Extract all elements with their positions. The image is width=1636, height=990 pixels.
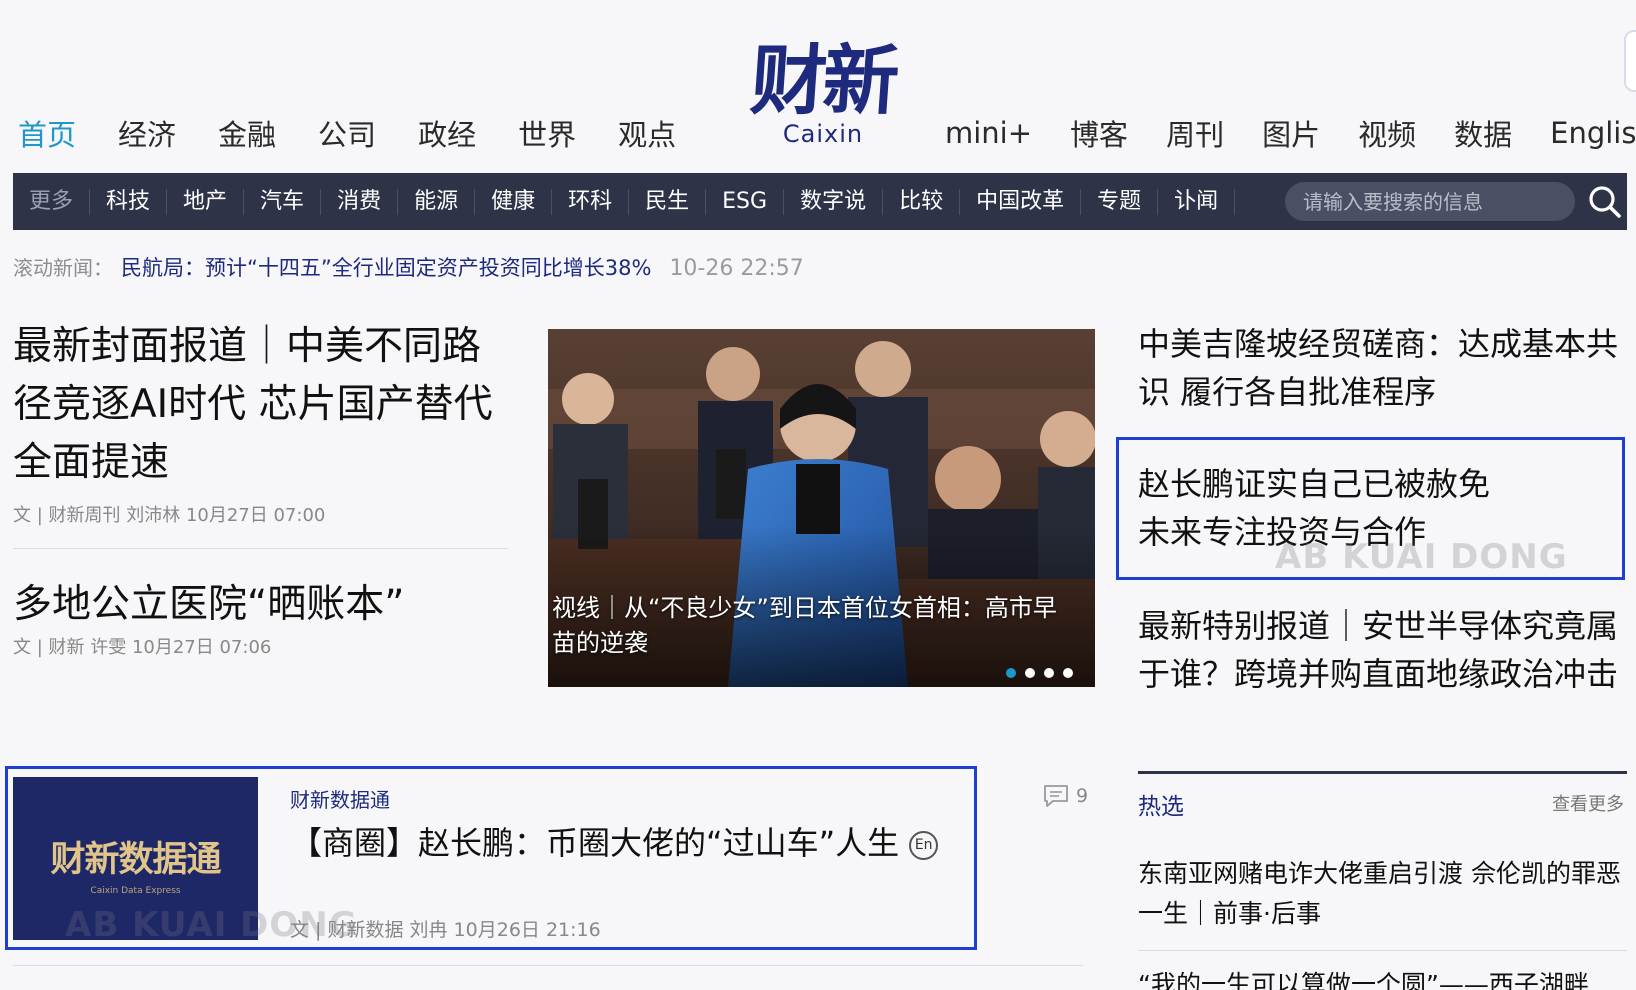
english-version-icon[interactable]: En [909,830,939,860]
carousel-dots [1006,668,1082,678]
nav-item-mini[interactable]: mini+ [945,116,1032,150]
nav-item-video[interactable]: 视频 [1358,112,1416,154]
channel-more[interactable]: 更多 [13,188,91,215]
nav-item-politics[interactable]: 政经 [418,112,476,154]
news-ticker: 滚动新闻： 民航局：预计“十四五”全行业固定资产投资同比增长38% 10-26 … [13,252,804,282]
right-headline-1[interactable]: 中美吉隆坡经贸磋商：达成基本共识 履行各自批准程序 [1138,320,1628,416]
card-headline[interactable]: 【商圈】赵长鹏：币圈大佬的“过山车”人生 En [290,818,939,864]
nav-item-blog[interactable]: 博客 [1070,112,1128,154]
channel-livelihood[interactable]: 民生 [629,188,707,215]
carousel-dot-2[interactable] [1025,668,1035,678]
hero-carousel[interactable]: 视线｜从“不良少女”到日本首位女首相：高市早苗的逆袭 [548,329,1095,687]
hot-item-2[interactable]: “我的一生可以算做一个圆”——西子湖畔 [1138,965,1628,990]
right-headline-3[interactable]: 最新特别报道｜安世半导体究竟属于谁？跨境并购直面地缘政治冲击 [1138,602,1628,698]
nav-item-data[interactable]: 数据 [1454,112,1512,154]
channel-tech[interactable]: 科技 [90,188,168,215]
carousel-dot-1[interactable] [1006,668,1016,678]
channel-auto[interactable]: 汽车 [244,188,322,215]
channel-esg[interactable]: ESG [706,188,785,215]
channel-health[interactable]: 健康 [475,188,553,215]
ticker-label: 滚动新闻： [13,256,113,280]
nav-item-english[interactable]: English [1550,116,1636,150]
search-input[interactable] [1285,182,1575,221]
hot-section-bar [1138,771,1627,774]
ticker-time: 10-26 22:57 [669,256,804,281]
search-icon[interactable] [1587,184,1623,220]
second-headline[interactable]: 多地公立医院“晒账本” [13,573,404,629]
card-headline-text: 【商圈】赵长鹏：币圈大佬的“过山车”人生 [290,824,900,862]
lead-headline[interactable]: 最新封面报道｜中美不同路径竞逐AI时代 芯片国产替代全面提速 [13,318,508,492]
lead-byline: 文 | 财新周刊 刘沛林 10月27日 07:00 [13,505,326,526]
thumb-title: 财新数据通 [50,839,221,880]
ticker-headline[interactable]: 民航局：预计“十四五”全行业固定资产投资同比增长38% [121,252,651,282]
hero-caption: 视线｜从“不良少女”到日本首位女首相：高市早苗的逆袭 [552,594,1057,657]
side-panel-tab[interactable] [1624,30,1636,92]
card-category-tag[interactable]: 财新数据通 [290,784,390,813]
hot-item-1[interactable]: 东南亚网赌电诈大佬重启引渡 佘伦凯的罪恶一生｜前事·后事 [1138,854,1628,934]
comment-count: 9 [1076,785,1089,807]
nav-item-world[interactable]: 世界 [518,112,576,154]
channel-property[interactable]: 地产 [167,188,245,215]
hot-divider [1138,950,1627,951]
comment-count-link[interactable]: 9 [1043,784,1088,808]
lead-divider [13,548,508,549]
watermark-right: AB KUAI DONG [1275,537,1568,577]
channel-energy[interactable]: 能源 [398,188,476,215]
hot-more-link[interactable]: 查看更多 [1552,790,1624,816]
channel-bar: 更多 科技 地产 汽车 消费 能源 健康 环科 民生 ESG 数字说 比较 中国… [13,173,1627,230]
nav-item-companies[interactable]: 公司 [318,112,376,154]
channel-topics[interactable]: 专题 [1081,188,1159,215]
channel-obituary[interactable]: 讣闻 [1158,188,1236,215]
card-divider [13,965,1083,966]
nav-item-home[interactable]: 首页 [18,112,76,154]
nav-item-opinion[interactable]: 观点 [618,112,676,154]
hot-section-title: 热选 [1138,794,1184,820]
channel-compare[interactable]: 比较 [883,188,961,215]
carousel-dot-4[interactable] [1063,668,1073,678]
comment-icon [1044,785,1068,807]
channel-data-talk[interactable]: 数字说 [784,188,884,215]
channel-china-reform[interactable]: 中国改革 [960,188,1082,215]
logo-text-cn: 财新 [747,36,899,125]
nav-item-economy[interactable]: 经济 [118,112,176,154]
nav-item-finance[interactable]: 金融 [218,112,276,154]
nav-left-group: 首页 经济 金融 公司 政经 世界 观点 [18,112,718,154]
channel-consumer[interactable]: 消费 [321,188,399,215]
thumb-subtitle: Caixin Data Express [90,886,181,896]
site-logo[interactable]: 财新 Caixin [733,36,913,148]
nav-right-group: mini+ 博客 周刊 图片 视频 数据 English [945,112,1636,154]
watermark-card: AB KUAI DONG [65,905,358,945]
carousel-dot-3[interactable] [1044,668,1054,678]
top-nav: 首页 经济 金融 公司 政经 世界 观点 财新 Caixin mini+ 博客 … [0,0,1636,170]
nav-item-weekly[interactable]: 周刊 [1166,112,1224,154]
second-byline: 文 | 财新 许雯 10月27日 07:06 [13,637,272,658]
channel-environment[interactable]: 环科 [552,188,630,215]
nav-item-photos[interactable]: 图片 [1262,112,1320,154]
